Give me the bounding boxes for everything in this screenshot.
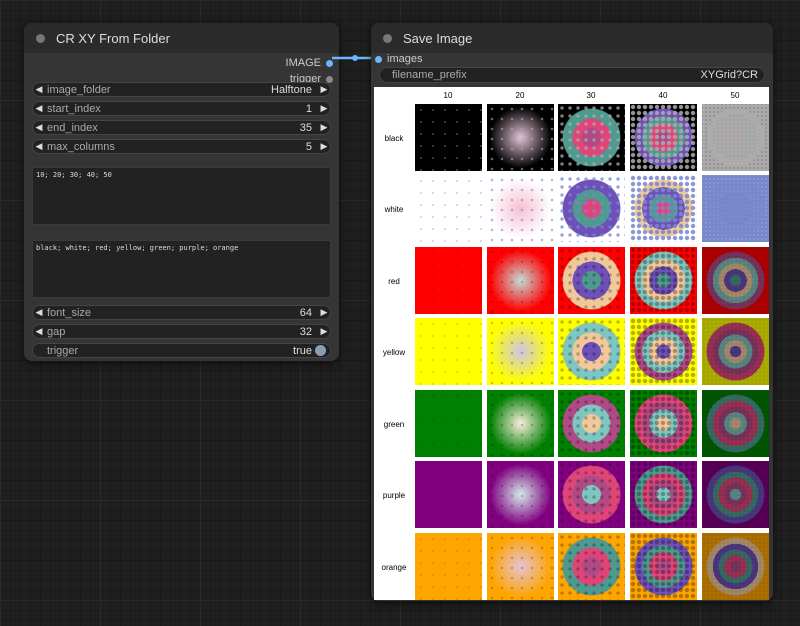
row-label: purple bbox=[382, 491, 406, 500]
row-label: red bbox=[388, 277, 400, 286]
grid-cell-image bbox=[415, 461, 482, 528]
grid-cell-image bbox=[558, 318, 625, 385]
halftone-dot-pattern bbox=[487, 247, 554, 314]
grid-cell-image bbox=[630, 390, 697, 457]
grid-cell-image bbox=[558, 390, 625, 457]
grid-cell-image bbox=[702, 104, 769, 171]
halftone-dot-pattern bbox=[702, 104, 769, 171]
widget-value: XYGrid?CR bbox=[700, 69, 758, 81]
grid-cell-image bbox=[415, 533, 482, 600]
halftone-dot-pattern bbox=[415, 247, 482, 314]
node-title: Save Image bbox=[403, 30, 473, 46]
halftone-dot-pattern bbox=[630, 533, 697, 600]
grid-cell-image bbox=[702, 318, 769, 385]
grid-cell-image bbox=[487, 104, 554, 171]
halftone-dot-pattern bbox=[630, 175, 697, 242]
grid-cell-image bbox=[630, 533, 697, 600]
halftone-dot-pattern bbox=[702, 390, 769, 457]
grid-cell-image bbox=[702, 461, 769, 528]
halftone-dot-pattern bbox=[415, 318, 482, 385]
grid-cell-image bbox=[630, 247, 697, 314]
column-header: 30 bbox=[586, 91, 596, 100]
halftone-dot-pattern bbox=[487, 104, 554, 171]
widget-label: filename_prefix bbox=[392, 69, 467, 81]
halftone-dot-pattern bbox=[558, 533, 625, 600]
halftone-dot-pattern bbox=[702, 461, 769, 528]
grid-cell-image bbox=[415, 104, 482, 171]
halftone-dot-pattern bbox=[487, 175, 554, 242]
link-midpoint bbox=[352, 55, 358, 61]
halftone-dot-pattern bbox=[415, 461, 482, 528]
widget-filename-prefix[interactable]: filename_prefix XYGrid?CR bbox=[379, 67, 765, 83]
halftone-dot-pattern bbox=[487, 533, 554, 600]
halftone-dot-pattern bbox=[415, 175, 482, 242]
row-label: white bbox=[384, 205, 404, 214]
column-header: 10 bbox=[443, 91, 453, 100]
node-collapse-dot[interactable] bbox=[383, 33, 392, 43]
grid-cell-image bbox=[487, 247, 554, 314]
halftone-dot-pattern bbox=[558, 461, 625, 528]
grid-cell-image bbox=[487, 175, 554, 242]
row-label: green bbox=[383, 420, 405, 429]
halftone-dot-pattern bbox=[630, 247, 697, 314]
halftone-dot-pattern bbox=[630, 461, 697, 528]
column-header: 50 bbox=[730, 91, 740, 100]
save-image-node[interactable]: Save Image images filename_prefix XYGrid… bbox=[371, 23, 773, 601]
grid-cell-image bbox=[702, 247, 769, 314]
halftone-dot-pattern bbox=[630, 390, 697, 457]
halftone-dot-pattern bbox=[702, 247, 769, 314]
grid-cell-image bbox=[558, 247, 625, 314]
grid-cell-image bbox=[630, 175, 697, 242]
halftone-dot-pattern bbox=[487, 390, 554, 457]
grid-cell-image bbox=[630, 461, 697, 528]
row-label: orange bbox=[381, 563, 407, 572]
halftone-dot-pattern bbox=[558, 175, 625, 242]
halftone-dot-pattern bbox=[702, 533, 769, 600]
halftone-dot-pattern bbox=[630, 318, 697, 385]
grid-cell-image bbox=[630, 318, 697, 385]
node-title-bar[interactable]: Save Image bbox=[371, 23, 773, 53]
row-label: yellow bbox=[382, 348, 406, 357]
input-label: images bbox=[387, 53, 423, 65]
column-header: 20 bbox=[515, 91, 525, 100]
grid-cell-image bbox=[415, 175, 482, 242]
grid-cell-image bbox=[558, 533, 625, 600]
halftone-dot-pattern bbox=[415, 390, 482, 457]
grid-cell-image bbox=[487, 390, 554, 457]
halftone-dot-pattern bbox=[558, 318, 625, 385]
input-slot-images[interactable] bbox=[375, 55, 382, 63]
grid-cell-image bbox=[558, 175, 625, 242]
grid-cell-image bbox=[415, 390, 482, 457]
halftone-dot-pattern bbox=[558, 390, 625, 457]
halftone-dot-pattern bbox=[487, 461, 554, 528]
grid-cell-image bbox=[487, 461, 554, 528]
halftone-dot-pattern bbox=[558, 247, 625, 314]
grid-cell-image bbox=[415, 318, 482, 385]
row-label: black bbox=[384, 134, 404, 143]
grid-cell-image bbox=[630, 104, 697, 171]
halftone-dot-pattern bbox=[630, 104, 697, 171]
grid-cell-image bbox=[558, 104, 625, 171]
grid-cell-image bbox=[702, 175, 769, 242]
grid-cell-image bbox=[702, 533, 769, 600]
halftone-dot-pattern bbox=[702, 318, 769, 385]
output-image-preview[interactable]: 10 20 30 40 50 black white red yellow green purple… bbox=[374, 87, 769, 600]
input-images[interactable]: images bbox=[375, 52, 422, 66]
halftone-dot-pattern bbox=[702, 175, 769, 242]
grid-cell-image bbox=[415, 247, 482, 314]
halftone-dot-pattern bbox=[558, 104, 625, 171]
halftone-dot-pattern bbox=[487, 318, 554, 385]
grid-cell-image bbox=[487, 318, 554, 385]
halftone-dot-pattern bbox=[415, 533, 482, 600]
halftone-dot-pattern bbox=[415, 104, 482, 171]
grid-cell-image bbox=[702, 390, 769, 457]
column-header: 40 bbox=[658, 91, 668, 100]
grid-cell-image bbox=[558, 461, 625, 528]
grid-cell-image bbox=[487, 533, 554, 600]
